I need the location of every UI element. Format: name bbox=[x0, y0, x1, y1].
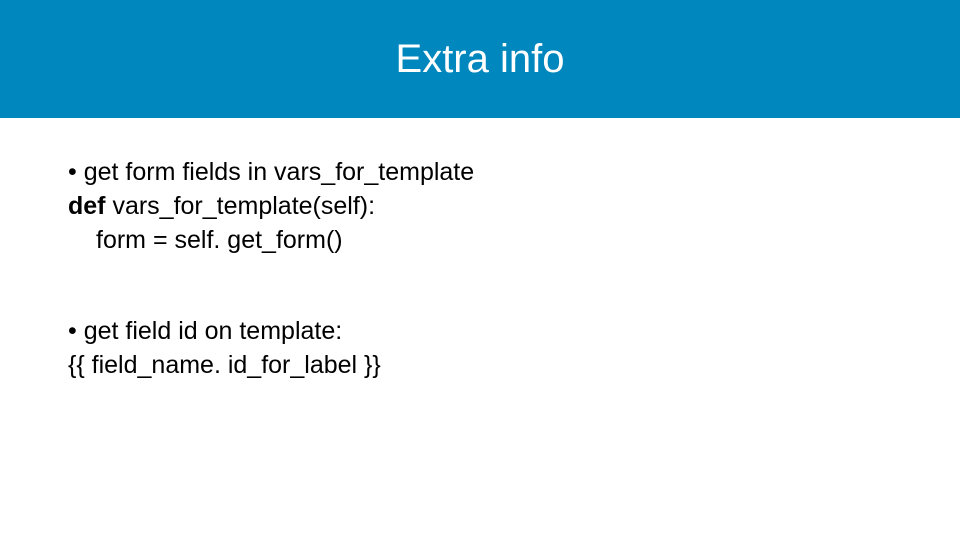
bullet-item-1: • get form fields in vars_for_template bbox=[68, 156, 892, 190]
section-1: • get form fields in vars_for_template d… bbox=[68, 156, 892, 257]
def-signature: vars_for_template(self): bbox=[106, 192, 376, 220]
template-expression: {{ field_name. id_for_label }} bbox=[68, 349, 892, 383]
section-2: • get field id on template: {{ field_nam… bbox=[68, 315, 892, 383]
def-keyword: def bbox=[68, 192, 106, 220]
slide-title: Extra info bbox=[396, 37, 565, 82]
code-body-line: form = self. get_form() bbox=[68, 224, 892, 258]
bullet-item-2: • get field id on template: bbox=[68, 315, 892, 349]
slide-body: • get form fields in vars_for_template d… bbox=[0, 118, 960, 421]
code-def-line: def vars_for_template(self): bbox=[68, 190, 892, 224]
title-bar: Extra info bbox=[0, 0, 960, 118]
